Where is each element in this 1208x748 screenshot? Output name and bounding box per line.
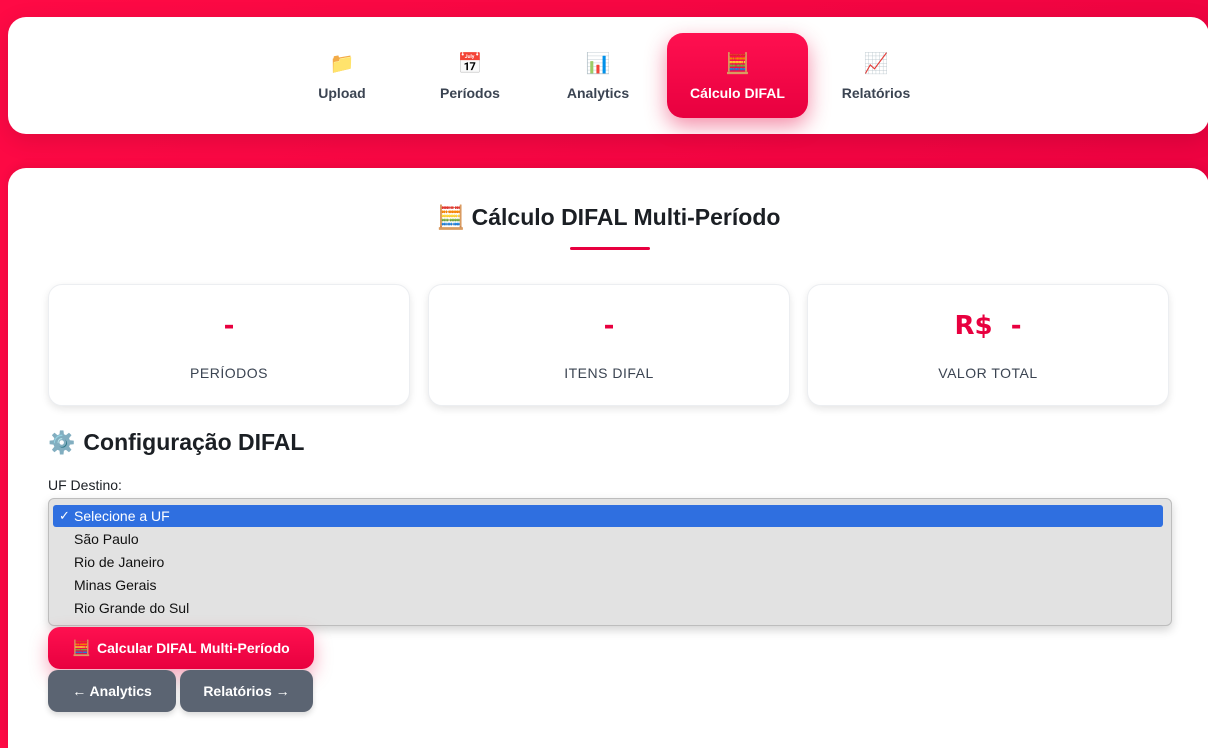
section-title-text: Configuração DIFAL: [83, 429, 305, 455]
tab-analytics[interactable]: 📊 Analytics: [538, 33, 658, 118]
calculate-difal-button[interactable]: 🧮 Calcular DIFAL Multi-Período: [48, 627, 314, 669]
option-label: Rio de Janeiro: [74, 554, 165, 570]
back-analytics-button[interactable]: ← Analytics: [48, 670, 176, 712]
next-relatorios-button[interactable]: Relatórios →: [180, 670, 313, 712]
tab-label: Analytics: [566, 84, 630, 101]
tab-label: Períodos: [440, 84, 500, 101]
gear-icon: ⚙️: [48, 429, 76, 455]
abacus-icon: 🧮: [72, 640, 92, 657]
stat-value: -: [603, 311, 615, 341]
stat-caption: ITENS DIFAL: [564, 365, 654, 381]
bar-chart-icon: 📊: [585, 52, 611, 75]
tab-label: Cálculo DIFAL: [690, 84, 785, 101]
uf-option-selecione[interactable]: ✓ Selecione a UF: [53, 505, 1163, 527]
uf-option-sao-paulo[interactable]: São Paulo: [53, 528, 1163, 550]
tab-relatorios[interactable]: 📈 Relatórios: [816, 33, 936, 118]
section-title: ⚙️ Configuração DIFAL: [48, 429, 304, 456]
abacus-icon: 🧮: [725, 52, 750, 75]
uf-option-rio-de-janeiro[interactable]: Rio de Janeiro: [53, 551, 1163, 573]
stat-value: -: [223, 311, 235, 341]
difal-panel: 🧮 Cálculo DIFAL Multi-Período - PERÍODOS…: [8, 168, 1208, 748]
page-title: 🧮 Cálculo DIFAL Multi-Período: [8, 204, 1208, 231]
uf-destino-label: UF Destino:: [48, 477, 122, 493]
trend-chart-icon: 📈: [863, 52, 889, 75]
button-label: ← Analytics: [72, 683, 152, 699]
option-label: Rio Grande do Sul: [74, 600, 190, 616]
option-label: Minas Gerais: [74, 577, 157, 593]
stat-card-itens-difal: - ITENS DIFAL: [428, 284, 790, 406]
title-underline: [570, 247, 650, 250]
button-label: Calcular DIFAL Multi-Período: [97, 640, 290, 656]
option-label: São Paulo: [74, 531, 139, 547]
stat-card-periodos: - PERÍODOS: [48, 284, 410, 406]
folder-icon: 📁: [329, 52, 355, 75]
uf-destino-select[interactable]: ✓ Selecione a UF São Paulo Rio de Janeir…: [48, 498, 1172, 626]
tab-upload[interactable]: 📁 Upload: [282, 33, 402, 118]
stat-caption: PERÍODOS: [190, 365, 268, 381]
tab-label: Upload: [318, 84, 366, 101]
abacus-icon: 🧮: [436, 204, 466, 230]
calendar-icon: 📅: [457, 52, 483, 75]
main-navbar: 📁 Upload 📅 Períodos 📊 Analytics 🧮 Cálcul…: [8, 17, 1208, 134]
tab-periodos[interactable]: 📅 Períodos: [410, 33, 530, 118]
button-label: Relatórios →: [203, 683, 290, 699]
uf-option-rio-grande-do-sul[interactable]: Rio Grande do Sul: [53, 597, 1163, 619]
stat-card-valor-total: R$ - VALOR TOTAL: [807, 284, 1169, 406]
uf-option-minas-gerais[interactable]: Minas Gerais: [53, 574, 1163, 596]
page-title-text: Cálculo DIFAL Multi-Período: [471, 204, 781, 230]
check-icon: ✓: [59, 508, 70, 523]
stat-caption: VALOR TOTAL: [938, 365, 1038, 381]
option-label: Selecione a UF: [74, 508, 170, 524]
tab-label: Relatórios: [841, 84, 911, 101]
stat-value: R$ -: [954, 311, 1022, 341]
tab-calculo-difal[interactable]: 🧮 Cálculo DIFAL: [667, 33, 808, 118]
